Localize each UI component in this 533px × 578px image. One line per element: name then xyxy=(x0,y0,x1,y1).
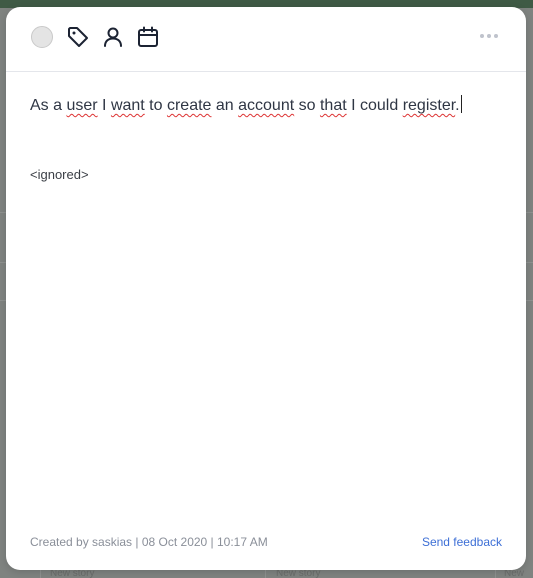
story-text-segment: I could xyxy=(346,97,403,114)
card-footer: Created by saskias | 08 Oct 2020 | 10:17… xyxy=(30,535,502,551)
story-text-segment: I xyxy=(97,97,111,114)
status-circle[interactable] xyxy=(31,26,53,48)
calendar-icon[interactable] xyxy=(136,25,160,49)
story-text-segment: to xyxy=(144,97,167,114)
story-text-segment: want xyxy=(110,97,145,114)
created-by-meta: Created by saskias | 08 Oct 2020 | 10:17… xyxy=(30,535,268,549)
story-text-segment: user xyxy=(66,97,98,114)
tag-icon[interactable] xyxy=(66,25,90,49)
story-text-segment: that xyxy=(319,97,347,114)
story-text-segment: so xyxy=(294,97,320,114)
story-text-segment: an xyxy=(211,97,239,114)
card-header xyxy=(6,7,526,72)
ignored-tag-text: <ignored> xyxy=(30,167,89,182)
story-text-segment: account xyxy=(238,97,295,114)
story-text-segment: create xyxy=(166,97,212,114)
story-description-editor[interactable]: As a user I want to create an account so… xyxy=(30,95,500,117)
story-text-segment: . xyxy=(455,97,460,114)
story-text-segment: register xyxy=(402,97,456,114)
user-icon[interactable] xyxy=(101,25,125,49)
text-caret xyxy=(460,95,462,113)
story-text-segment: As a xyxy=(30,97,67,114)
send-feedback-link[interactable]: Send feedback xyxy=(422,535,502,549)
story-card-modal: As a user I want to create an account so… xyxy=(6,7,526,570)
more-options-icon[interactable] xyxy=(480,27,500,45)
